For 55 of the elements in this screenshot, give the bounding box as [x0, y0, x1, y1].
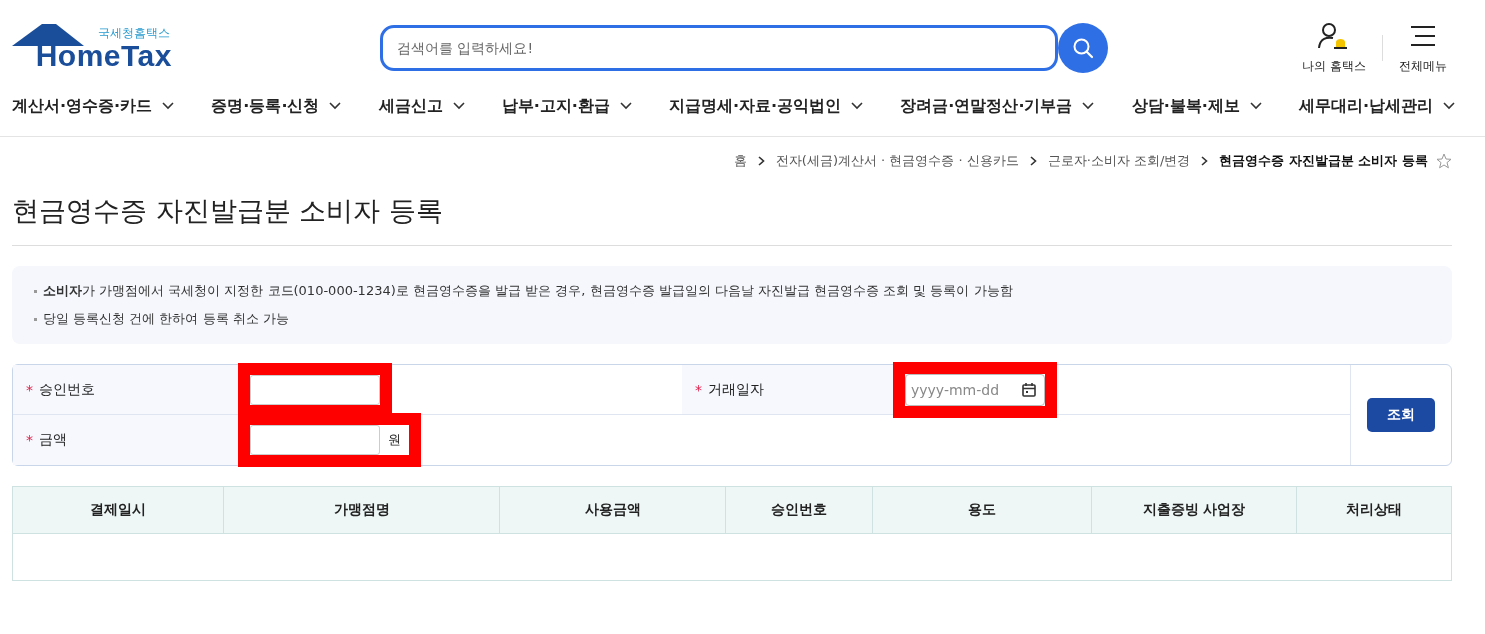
my-hometax-link[interactable]: 나의 홈택스: [1294, 21, 1374, 75]
chevron-down-icon: [619, 102, 632, 110]
nav-menu-item[interactable]: 계산서·영수증·카드: [12, 95, 175, 117]
breadcrumb-link[interactable]: 근로자·소비자 조회/변경: [1047, 152, 1191, 170]
column-header: 용도: [872, 486, 1092, 534]
approval-number-field[interactable]: [250, 374, 380, 405]
field-label: 금액: [39, 431, 67, 449]
search-field[interactable]: 검색어를 입력하세요!: [380, 25, 1058, 71]
bullet-icon: [34, 289, 37, 293]
nav-menu-item[interactable]: 납부·고지·환급: [501, 95, 632, 117]
breadcrumb-link[interactable]: 전자(세금)계산서 · 현금영수증 · 신용카드: [775, 152, 1019, 170]
chevron-down-icon: [162, 102, 175, 110]
column-header: 지출증빙 사업장: [1091, 486, 1297, 534]
field-label: 거래일자: [708, 380, 764, 399]
chevron-right-icon: [1201, 156, 1209, 166]
required-mark: *: [695, 381, 702, 398]
notice-text: 당일 등록신청 건에 한하여 등록 취소 가능: [43, 310, 289, 328]
breadcrumb-link[interactable]: 현금영수증 자진발급분 소비자 등록: [1219, 152, 1428, 170]
all-menu-link[interactable]: 전체메뉴: [1391, 21, 1455, 75]
amount-field[interactable]: [250, 425, 380, 455]
search-submit-button[interactable]: 조회: [1367, 398, 1435, 432]
nav-menu-item[interactable]: 증명·등록·신청: [211, 95, 342, 117]
column-header: 사용금액: [499, 486, 726, 534]
chevron-down-icon: [1443, 102, 1455, 110]
chevron-down-icon: [851, 102, 864, 110]
date-field[interactable]: yyyy-mm-dd: [905, 373, 1045, 406]
nav-menu-item[interactable]: 장려금·연말정산·기부금: [900, 95, 1095, 117]
column-header: 승인번호: [725, 486, 873, 534]
column-header: 가맹점명: [223, 486, 500, 534]
chevron-down-icon: [452, 102, 465, 110]
search-icon: [1072, 37, 1094, 59]
page-title: 현금영수증 자진발급분 소비자 등록: [12, 185, 1452, 246]
chevron-down-icon: [329, 102, 342, 110]
calendar-icon: [1021, 381, 1037, 398]
house-roof-icon: [12, 24, 84, 46]
required-mark: *: [26, 381, 33, 398]
logo-title[interactable]: HomeTax: [35, 40, 172, 72]
required-mark: *: [26, 432, 33, 448]
chevron-right-icon: [757, 156, 765, 166]
bullet-icon: [34, 317, 37, 321]
nav-menu-item[interactable]: 세무대리·납세관리: [1298, 95, 1455, 117]
chevron-right-icon: [1029, 156, 1037, 166]
logo-subtitle: 국세청홈택스: [98, 26, 170, 40]
star-icon[interactable]: [1436, 153, 1452, 169]
nav-menu-item[interactable]: 지급명세·자료·공익법인: [669, 95, 864, 117]
breadcrumb-link[interactable]: 홈: [733, 152, 747, 170]
search-button[interactable]: [1058, 23, 1108, 73]
notice-text: 소비자가 가맹점에서 국세청이 지정한 코드(010-000-1234)로 현금영수증을 발급 받은 경우, 현금영수증 발급일의 다음날 자진발급 현금영수증 조회 및 등록이 가능함: [43, 282, 1013, 300]
chevron-down-icon: [1249, 102, 1262, 110]
nav-menu-item[interactable]: 상담·불복·제보: [1131, 95, 1262, 117]
column-header: 결제일시: [12, 486, 224, 534]
chevron-down-icon: [1082, 102, 1095, 110]
field-label: 승인번호: [39, 380, 95, 399]
nav-menu-item[interactable]: 세금신고: [378, 95, 465, 117]
column-header: 처리상태: [1296, 486, 1452, 534]
